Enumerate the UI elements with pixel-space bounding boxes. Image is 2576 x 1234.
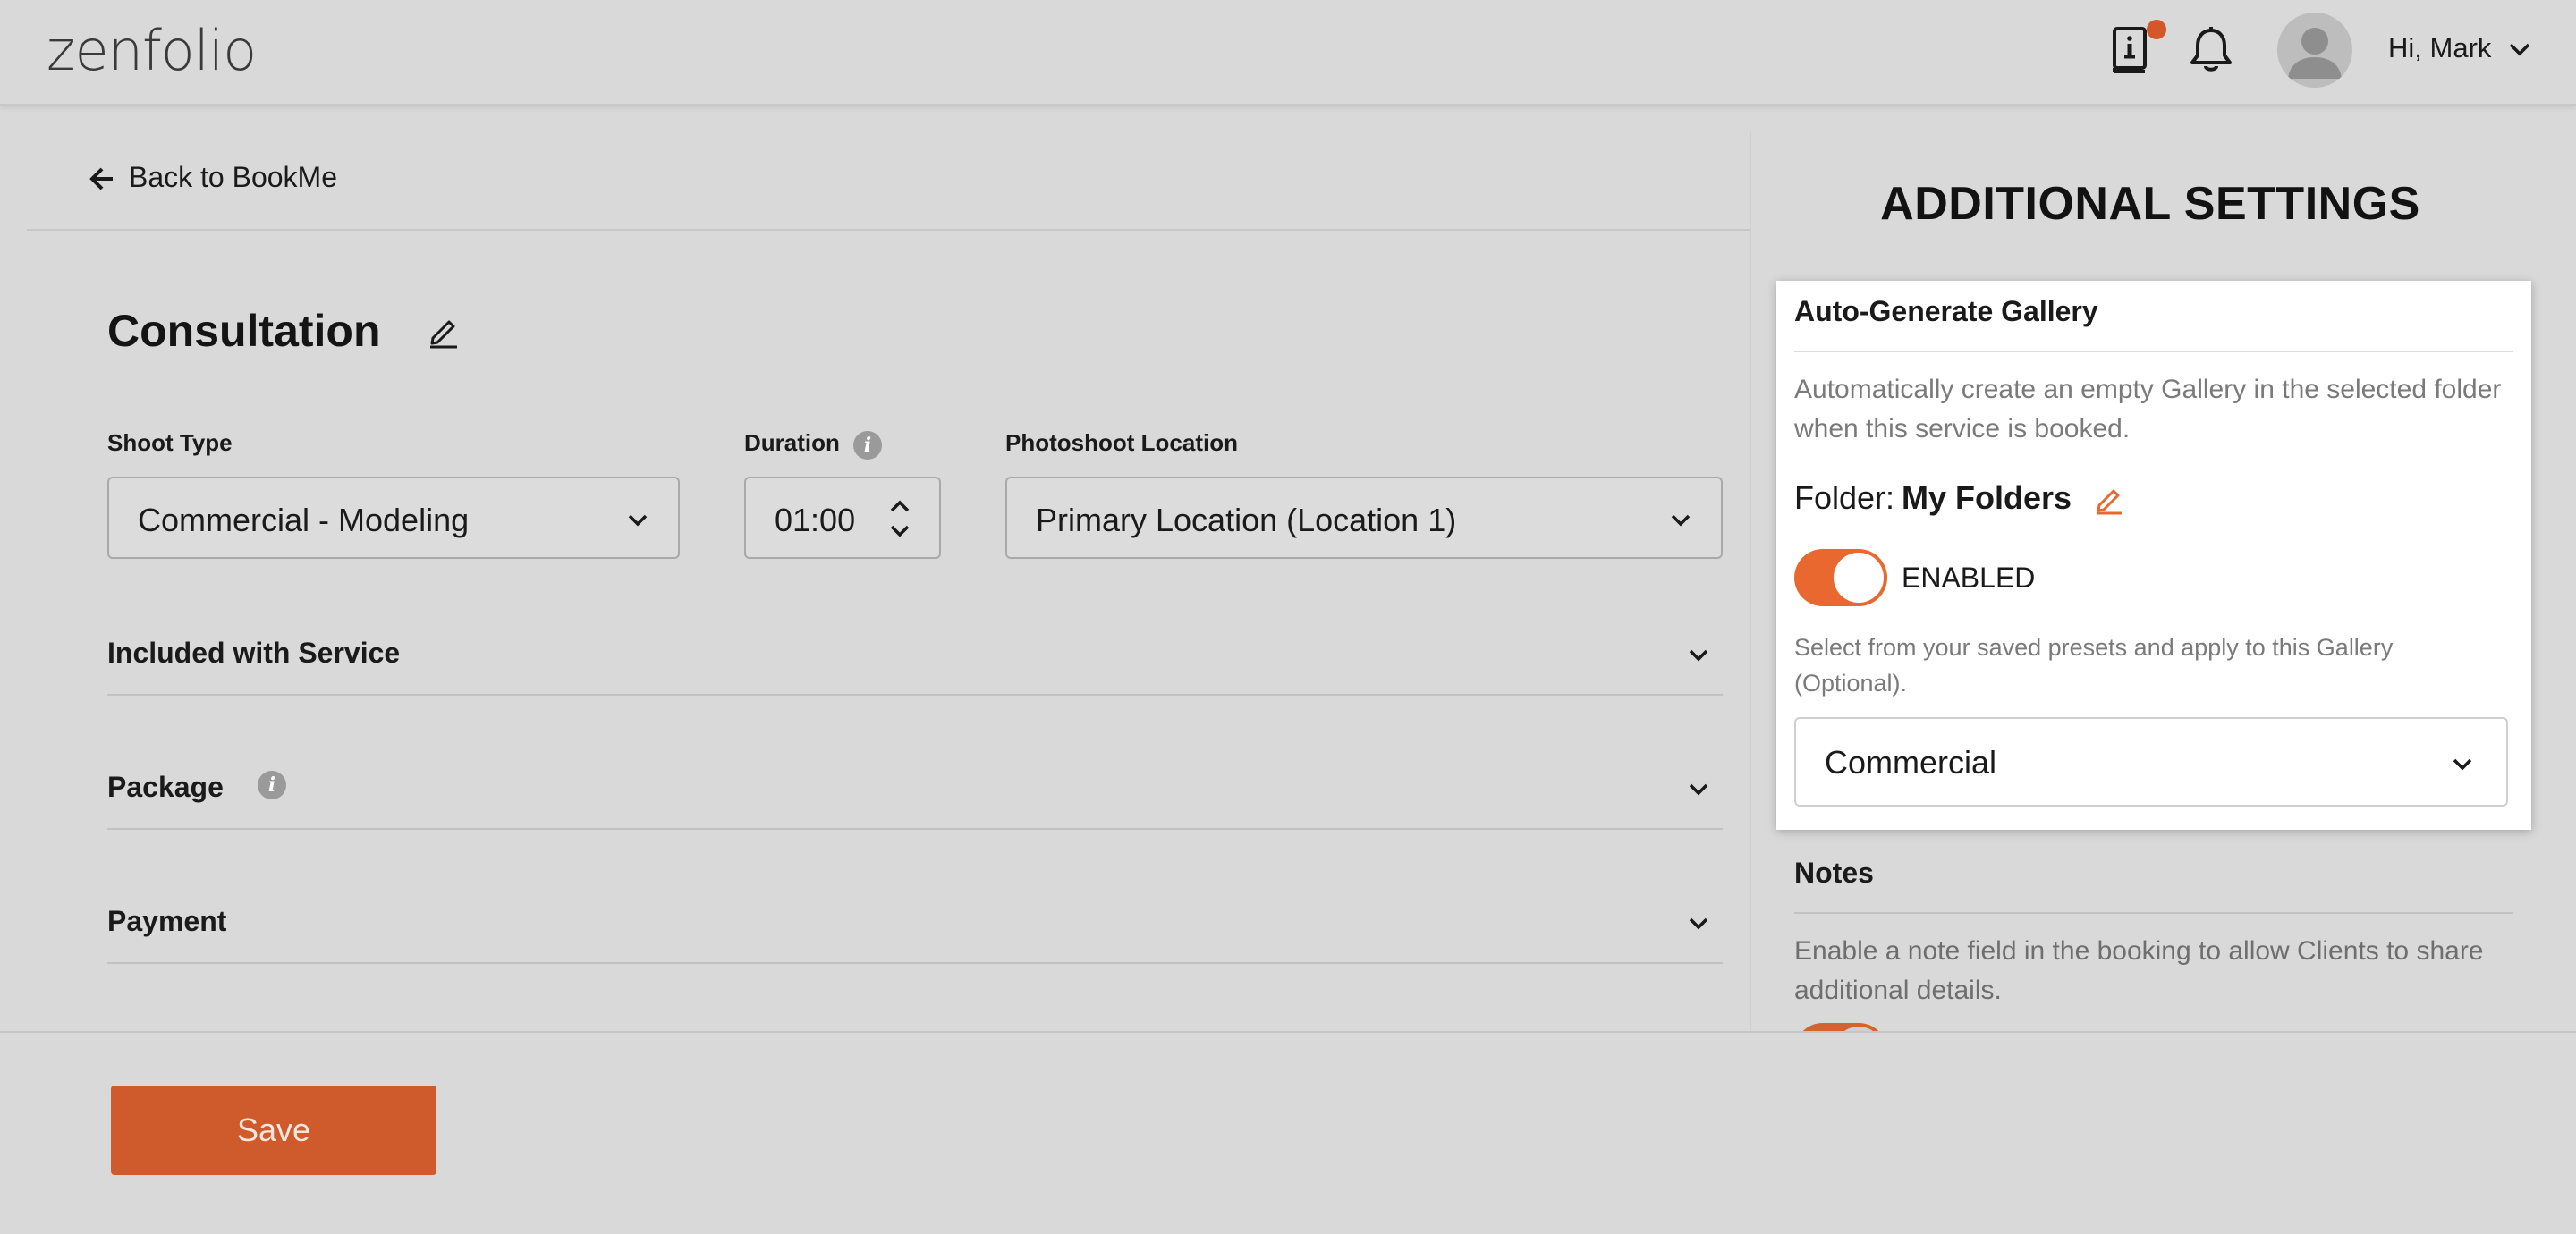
shoot-type-value: Commercial - Modeling bbox=[138, 502, 470, 538]
save-button[interactable]: Save bbox=[111, 1086, 436, 1175]
divider bbox=[1794, 351, 2513, 352]
pencil-icon[interactable] bbox=[2093, 483, 2125, 515]
shoot-type-select[interactable]: Commercial - Modeling bbox=[107, 477, 680, 559]
back-to-bookme-link[interactable]: Back to BookMe bbox=[129, 161, 337, 194]
accordion-package[interactable]: Package i bbox=[107, 756, 1723, 830]
info-icon[interactable]: i bbox=[853, 431, 882, 460]
folder-name: My Folders bbox=[1902, 479, 2072, 516]
duration-stepper[interactable]: 01:00 bbox=[744, 477, 941, 559]
chevron-down-icon bbox=[1671, 514, 1690, 527]
accordion-payment[interactable]: Payment bbox=[107, 891, 1723, 964]
chevron-down-icon bbox=[1689, 783, 1708, 796]
gallery-preset-value: Commercial bbox=[1825, 744, 1997, 781]
arrow-left-icon[interactable] bbox=[89, 166, 114, 191]
notes-enabled-toggle[interactable] bbox=[1794, 1023, 1887, 1031]
info-icon[interactable]: i bbox=[258, 771, 286, 799]
stepper-arrows-icon[interactable] bbox=[887, 498, 912, 539]
user-greeting[interactable]: Hi, Mark bbox=[2388, 32, 2491, 64]
pencil-icon[interactable] bbox=[426, 313, 462, 349]
auto-generate-gallery-description: Automatically create an empty Gallery in… bbox=[1794, 375, 2502, 444]
auto-generate-gallery-heading: Auto-Generate Gallery bbox=[1794, 295, 2098, 327]
photoshoot-location-select[interactable]: Primary Location (Location 1) bbox=[1005, 477, 1723, 559]
shoot-type-label: Shoot Type bbox=[107, 429, 233, 456]
auto-generate-gallery-card: Auto-Generate Gallery Automatically crea… bbox=[1776, 281, 2531, 830]
additional-settings-title: ADDITIONAL SETTINGS bbox=[1880, 178, 2420, 230]
user-avatar-icon[interactable] bbox=[2277, 13, 2352, 88]
duration-label: Duration bbox=[744, 429, 840, 456]
duration-value: 01:00 bbox=[775, 502, 856, 538]
bell-icon[interactable] bbox=[2182, 21, 2240, 79]
service-title: Consultation bbox=[107, 306, 381, 356]
chevron-down-icon bbox=[2453, 758, 2472, 771]
accordion-title: Included with Service bbox=[107, 637, 401, 669]
accordion-title: Package bbox=[107, 771, 224, 803]
divider bbox=[1794, 912, 2513, 914]
footer-divider bbox=[0, 1031, 2576, 1033]
service-editor: Back to BookMe Consultation Shoot Type C… bbox=[27, 132, 1751, 1031]
notification-dot bbox=[2147, 20, 2166, 39]
toggle-knob bbox=[1834, 553, 1884, 603]
chevron-down-icon bbox=[1689, 917, 1708, 930]
gallery-enabled-toggle[interactable] bbox=[1794, 549, 1887, 606]
preset-description: Select from your saved presets and apply… bbox=[1794, 634, 2394, 697]
guide-book-icon[interactable] bbox=[2106, 20, 2166, 79]
gallery-preset-select[interactable]: Commercial bbox=[1794, 717, 2508, 807]
photoshoot-location-label: Photoshoot Location bbox=[1005, 429, 1238, 456]
notes-heading: Notes bbox=[1794, 857, 1874, 889]
photoshoot-location-value: Primary Location (Location 1) bbox=[1036, 502, 1457, 538]
folder-label: Folder: bbox=[1794, 479, 1895, 516]
accordion-title: Payment bbox=[107, 905, 227, 937]
chevron-down-icon[interactable] bbox=[2508, 41, 2531, 57]
additional-settings-panel: ADDITIONAL SETTINGS Auto-Generate Galler… bbox=[1751, 132, 2549, 1031]
accordion-included-with-service[interactable]: Included with Service bbox=[107, 622, 1723, 696]
back-bar: Back to BookMe bbox=[27, 132, 1750, 231]
chevron-down-icon bbox=[1689, 649, 1708, 662]
zenfolio-logo[interactable]: zenfolio bbox=[47, 18, 257, 83]
notes-description: Enable a note field in the booking to al… bbox=[1794, 936, 2484, 1005]
top-bar: zenfolio Hi, Mark bbox=[0, 0, 2576, 106]
gallery-enabled-label: ENABLED bbox=[1902, 562, 2036, 594]
chevron-down-icon bbox=[628, 514, 648, 527]
